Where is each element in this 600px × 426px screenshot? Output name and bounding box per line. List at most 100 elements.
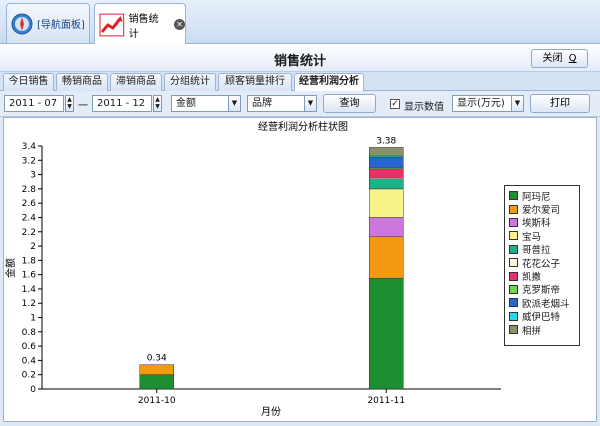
unit-select-value: 显示(万元) <box>457 98 505 109</box>
metric-select-value: 金额 <box>176 98 196 109</box>
legend-item: 欧派老烟斗 <box>509 296 575 310</box>
show-values-checkbox[interactable]: ✓ <box>390 99 400 109</box>
legend-label: 花花公子 <box>522 258 561 270</box>
report-tabs: 今日销售 畅销商品 滞销商品 分组统计 顾客销量排行 经营利润分析 <box>0 72 600 92</box>
chart-panel: 经营利润分析柱状图 月份 金额 0 0.2 0.4 0.6 0.8 1 1.2 1.4 1.6 1… <box>3 117 597 422</box>
y-tick-label: 3.4 <box>22 142 37 152</box>
close-button-label: 关闭 <box>542 53 563 64</box>
legend-item: 宝马 <box>509 229 575 243</box>
group-select[interactable]: 品牌 ▼ <box>247 95 317 112</box>
legend-swatch <box>509 217 518 227</box>
chart-legend: 阿玛尼爱尔爱司 埃斯科 宝马哥普拉 花花公子凯撒 克罗斯帝 欧派老烟斗威伊巴特 相拼 <box>504 185 580 346</box>
print-button[interactable]: 打印 <box>530 94 590 113</box>
chevron-down-icon[interactable]: ▼ <box>304 96 316 111</box>
close-tab-icon[interactable]: ✕ <box>174 19 185 30</box>
y-tick-label: 0.4 <box>22 356 37 366</box>
legend-label: 相拼 <box>522 325 542 337</box>
bar-segment <box>369 147 404 157</box>
chevron-down-icon[interactable]: ▼ <box>228 96 240 111</box>
bar-segment <box>369 217 404 238</box>
chevron-down-icon[interactable]: ▼ <box>511 96 523 111</box>
tab-group-stats[interactable]: 分组统计 <box>164 73 216 91</box>
legend-swatch <box>509 258 518 268</box>
app-tab-sales-stats[interactable]: 销售统计 ✕ <box>94 3 186 45</box>
bar-total-label: 3.38 <box>376 136 396 146</box>
bar-segment <box>369 179 404 190</box>
tab-profit-analysis[interactable]: 经营利润分析 <box>294 73 364 92</box>
legend-label: 凯撒 <box>522 272 542 284</box>
close-shortcut: Q <box>568 53 577 64</box>
bar-total-label: 0.34 <box>147 354 167 364</box>
legend-swatch <box>509 298 518 308</box>
date-separator: 一 <box>78 101 88 112</box>
bar-segment <box>369 168 404 179</box>
unit-select[interactable]: 显示(万元) ▼ <box>452 95 524 112</box>
legend-label: 埃斯科 <box>522 218 551 230</box>
show-values-label: 显示数值 <box>404 102 444 113</box>
y-tick-label: 1.4 <box>22 285 37 295</box>
group-select-value: 品牌 <box>252 98 272 109</box>
y-tick-label: 0.8 <box>22 328 37 338</box>
trend-chart-icon <box>99 13 125 36</box>
bar-segment <box>369 188 404 218</box>
legend-swatch <box>509 284 518 294</box>
bar-segment <box>369 157 404 168</box>
y-axis-label: 金额 <box>4 258 17 278</box>
date-from-input[interactable]: 2011 - 07 <box>4 95 64 112</box>
y-tick-label: 0.6 <box>22 342 37 352</box>
bar-segment <box>139 374 174 390</box>
legend-swatch <box>509 271 518 281</box>
legend-item: 埃斯科 <box>509 216 575 229</box>
legend-item: 凯撒 <box>509 269 575 284</box>
tab-best-sellers[interactable]: 畅销商品 <box>56 73 108 91</box>
x-tick-label: 2011-11 <box>367 396 405 406</box>
y-tick-label: 3 <box>30 171 36 181</box>
legend-item: 阿玛尼 <box>509 189 575 203</box>
y-tick-label: 1.6 <box>22 271 37 281</box>
app-tab-navigation[interactable]: [导航面板] <box>6 3 90 43</box>
legend-swatch <box>509 311 518 321</box>
app-tab-navigation-label: [导航面板] <box>37 20 85 31</box>
y-tick-label: 1 <box>30 314 36 324</box>
legend-swatch <box>509 191 518 201</box>
legend-label: 爱尔爱司 <box>522 205 561 217</box>
y-tick-label: 2.4 <box>22 213 37 223</box>
close-button[interactable]: 关闭 Q <box>531 49 588 68</box>
app-tab-bar: [导航面板] 销售统计 ✕ <box>0 0 600 45</box>
y-tick-label: 1.2 <box>22 299 36 309</box>
y-tick-label: 0 <box>30 385 36 395</box>
title-bar: 销售统计 关闭 Q <box>0 44 600 72</box>
y-tick-label: 3.2 <box>22 156 36 166</box>
legend-item: 爱尔爱司 <box>509 202 575 217</box>
y-tick-label: 2.8 <box>22 185 37 195</box>
legend-label: 阿玛尼 <box>522 191 551 203</box>
bar-segment <box>369 236 404 279</box>
query-button[interactable]: 查询 <box>323 94 376 113</box>
legend-item: 威伊巴特 <box>509 310 575 323</box>
y-tick-label: 2 <box>30 242 36 252</box>
y-tick-label: 2.6 <box>22 199 37 209</box>
date-to-spinner[interactable]: ▲ ▼ <box>153 95 162 112</box>
legend-label: 威伊巴特 <box>522 312 561 324</box>
bar-segment <box>139 364 174 375</box>
legend-swatch <box>509 244 518 254</box>
legend-label: 宝马 <box>522 231 542 243</box>
legend-label: 哥普拉 <box>522 245 551 257</box>
tab-slow-sellers[interactable]: 滞销商品 <box>110 73 162 91</box>
legend-item: 相拼 <box>509 323 575 337</box>
y-tick-label: 2.2 <box>22 228 36 238</box>
date-from-spinner[interactable]: ▲ ▼ <box>65 95 74 112</box>
legend-item: 克罗斯帝 <box>509 283 575 296</box>
legend-item: 哥普拉 <box>509 243 575 256</box>
page-title: 销售统计 <box>273 54 326 69</box>
x-tick-label: 2011-10 <box>138 396 176 406</box>
chart-title: 经营利润分析柱状图 <box>258 120 348 133</box>
tab-today-sales[interactable]: 今日销售 <box>3 73 54 91</box>
date-to-input[interactable]: 2011 - 12 <box>92 95 152 112</box>
metric-select[interactable]: 金额 ▼ <box>171 95 241 112</box>
legend-label: 克罗斯帝 <box>522 285 561 297</box>
tab-customer-ranking[interactable]: 顾客销量排行 <box>218 73 292 91</box>
x-axis-label: 月份 <box>261 406 281 418</box>
y-tick-label: 1.8 <box>22 256 37 266</box>
app-tab-sales-stats-label: 销售统计 <box>128 13 159 40</box>
